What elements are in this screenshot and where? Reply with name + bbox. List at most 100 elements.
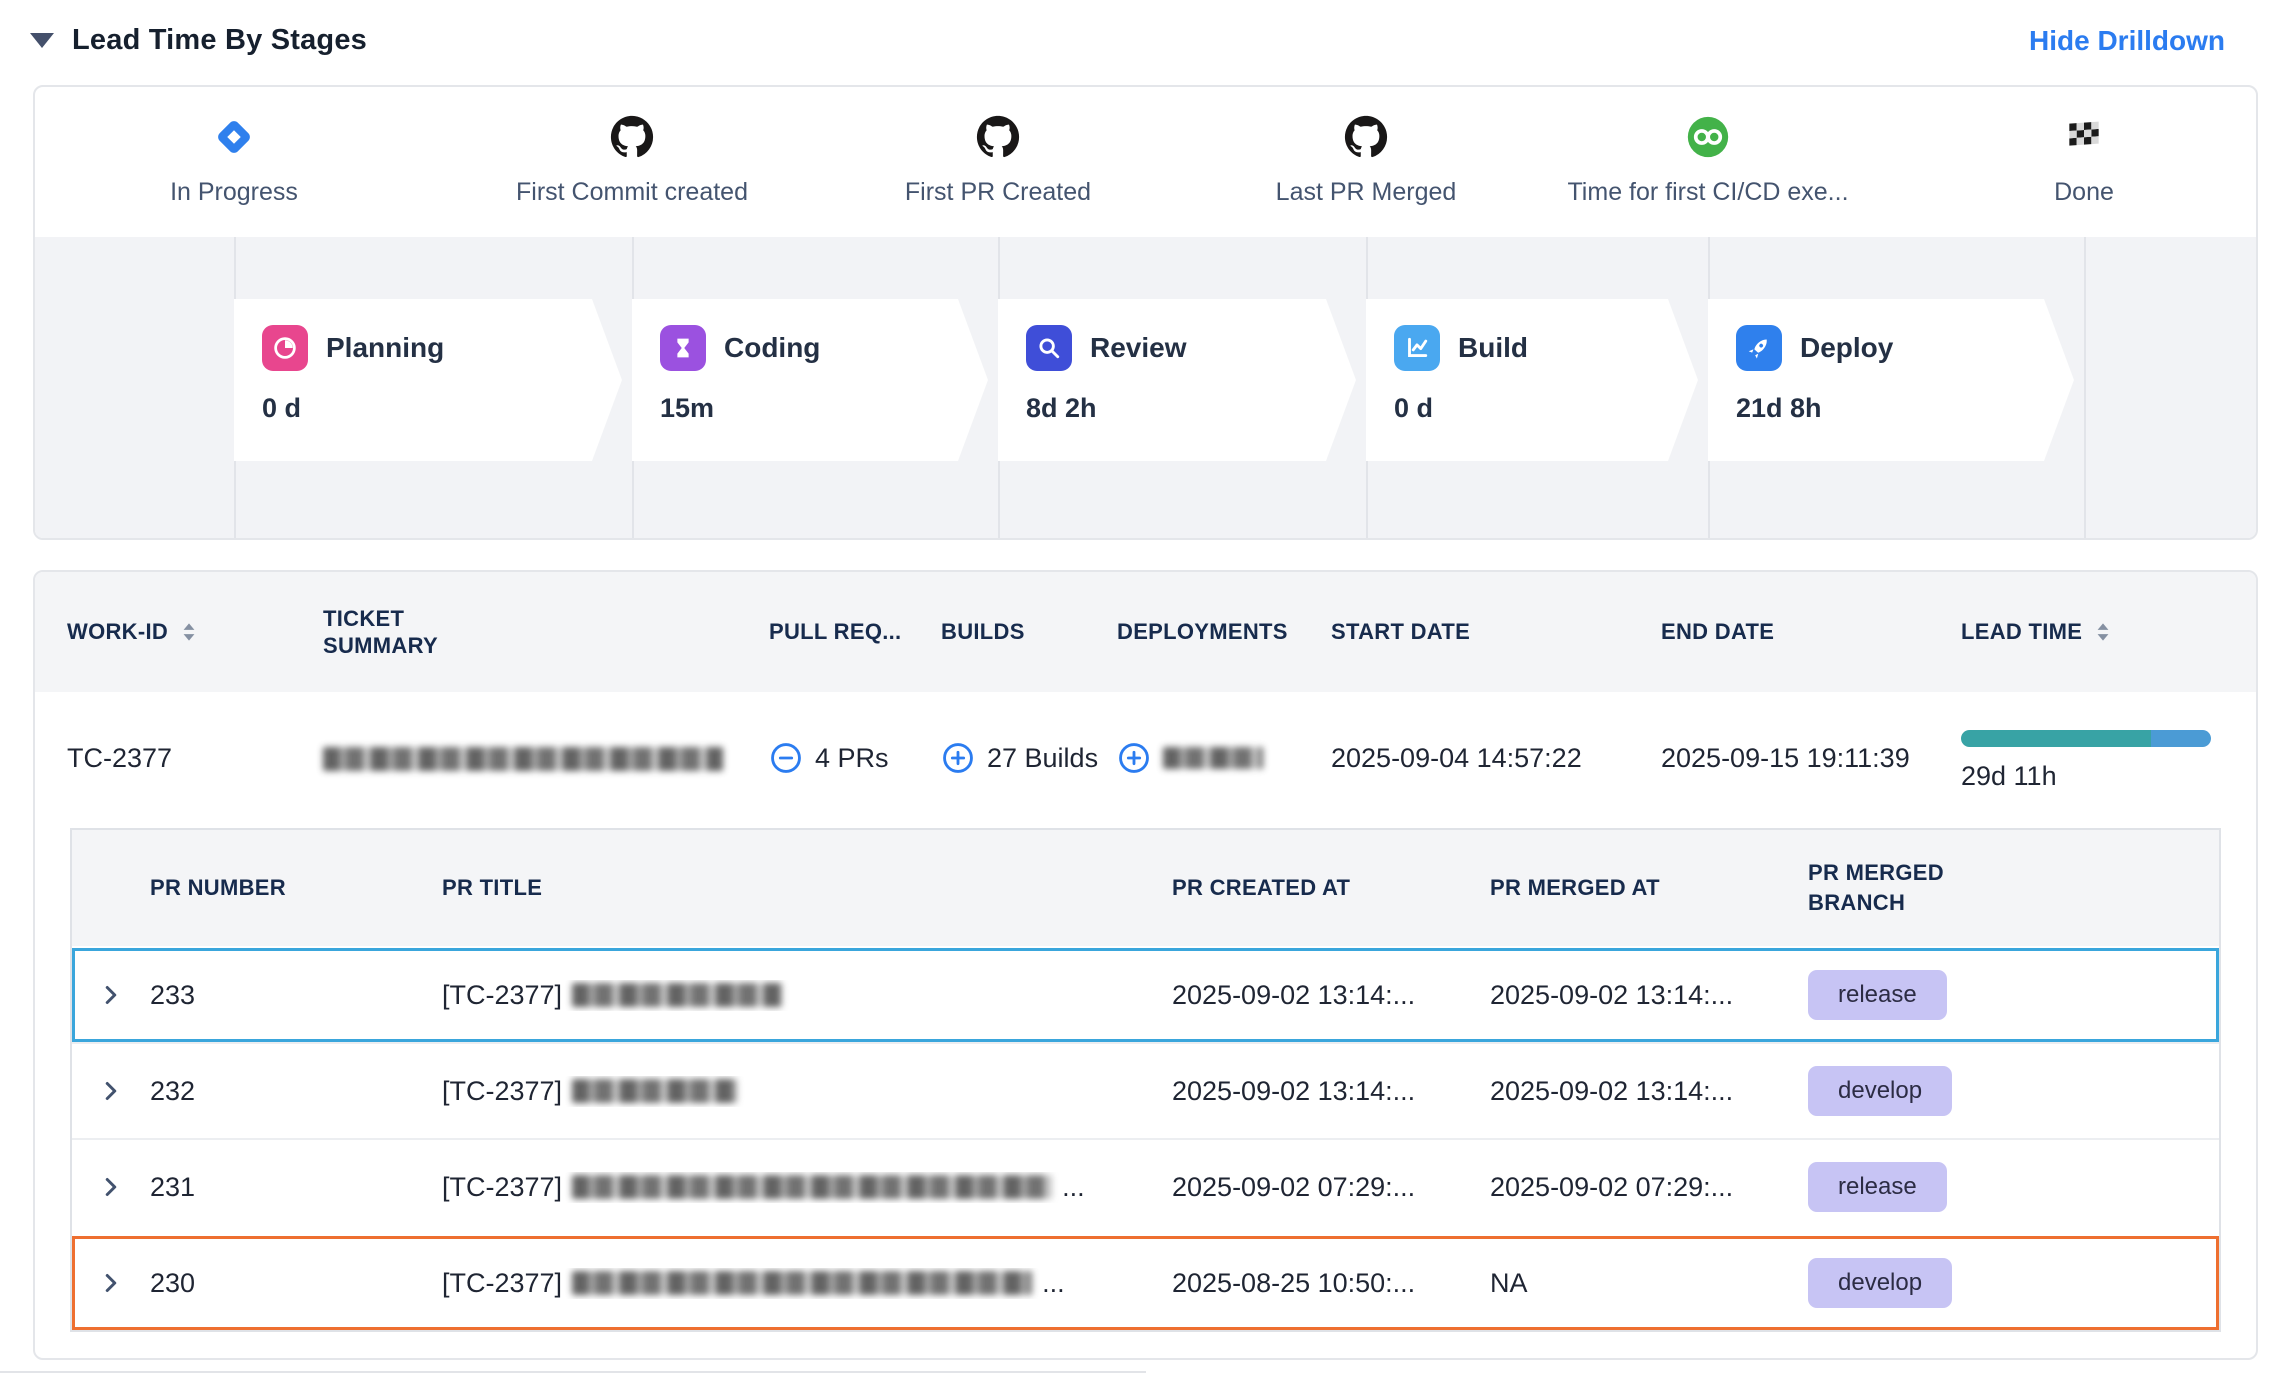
- pr-title-suffix: ...: [1062, 1172, 1085, 1203]
- build-icon: [1394, 325, 1440, 371]
- collapse-caret-icon[interactable]: [30, 33, 54, 48]
- finish-flag-icon: [2062, 115, 2106, 159]
- stage-name: Review: [1090, 332, 1187, 364]
- stage-duration: 0 d: [262, 393, 594, 424]
- pr-created-at: 2025-09-02 13:14:...: [1172, 980, 1490, 1011]
- stage-review: Review 8d 2h: [998, 299, 1356, 461]
- pr-title-suffix: ...: [1042, 1268, 1065, 1299]
- col-header-builds: BUILDS: [941, 618, 1117, 646]
- pull-requests-toggle[interactable]: 4 PRs: [769, 741, 941, 775]
- redacted-text: [572, 1271, 1032, 1295]
- end-date-value: 2025-09-15 19:11:39: [1661, 743, 1961, 774]
- col-header-ticket-summary: TICKET SUMMARY: [323, 605, 769, 660]
- milestone-done: Done: [1894, 115, 2258, 207]
- col-header-work-id[interactable]: WORK-ID: [67, 618, 323, 646]
- pr-title-prefix: [TC-2377]: [442, 1268, 562, 1299]
- ticket-summary-value: [323, 743, 769, 774]
- deployments-toggle[interactable]: [1117, 741, 1331, 775]
- col-header-start-date: START DATE: [1331, 618, 1661, 646]
- col-header-label: START DATE: [1331, 618, 1470, 646]
- chevron-right-icon[interactable]: [72, 980, 150, 1010]
- collapse-circle-icon[interactable]: [769, 741, 803, 775]
- pr-table-row[interactable]: 233 [TC-2377] 2025-09-02 13:14:... 2025-…: [72, 946, 2219, 1042]
- redacted-text: [572, 1079, 737, 1103]
- pr-created-at: 2025-09-02 07:29:...: [1172, 1172, 1490, 1203]
- lead-time-cell: 29d 11h: [1961, 724, 2224, 792]
- col-header-label: LEAD TIME: [1961, 618, 2082, 646]
- milestone-label: In Progress: [44, 178, 424, 207]
- review-icon: [1026, 325, 1072, 371]
- milestone-label: Time for first CI/CD exe...: [1518, 178, 1898, 207]
- start-date-value: 2025-09-04 14:57:22: [1331, 743, 1661, 774]
- pr-title: [TC-2377] ...: [442, 1172, 1172, 1203]
- col-header-pr-title: PR TITLE: [442, 873, 1172, 903]
- col-header-label: DEPLOYMENTS: [1117, 618, 1288, 646]
- builds-count: 27 Builds: [987, 743, 1098, 774]
- work-table-row[interactable]: TC-2377 4 PRs 27 Builds 2025-09-04 14:57…: [35, 692, 2256, 824]
- stage-duration: 0 d: [1394, 393, 1670, 424]
- col-header-deployments: DEPLOYMENTS: [1117, 618, 1331, 646]
- milestone-cicd: Time for first CI/CD exe...: [1518, 115, 1898, 207]
- pr-branch-cell: develop: [1808, 1258, 2219, 1308]
- stage-duration: 8d 2h: [1026, 393, 1328, 424]
- pr-title-prefix: [TC-2377]: [442, 1172, 562, 1203]
- lead-bar-segment-blue: [2151, 730, 2211, 747]
- col-header-label: BUILDS: [941, 618, 1025, 646]
- pr-created-at: 2025-08-25 10:50:...: [1172, 1268, 1490, 1299]
- pr-branch-cell: develop: [1808, 1066, 2219, 1116]
- pr-table-row[interactable]: 232 [TC-2377] 2025-09-02 13:14:... 2025-…: [72, 1042, 2219, 1138]
- lead-time-stages-card: In Progress First Commit created First P…: [33, 85, 2258, 540]
- milestone-label: First PR Created: [808, 178, 1188, 207]
- deploy-rocket-icon: [1736, 325, 1782, 371]
- drilldown-table-card: WORK-ID TICKET SUMMARY PULL REQ... BUILD…: [33, 570, 2258, 1360]
- col-header-pr-created: PR CREATED AT: [1172, 873, 1490, 903]
- stage-duration: 21d 8h: [1736, 393, 2046, 424]
- pr-table-row[interactable]: 231 [TC-2377] ... 2025-09-02 07:29:... 2…: [72, 1138, 2219, 1234]
- cicd-icon: [1686, 115, 1730, 159]
- redacted-text: [572, 983, 782, 1007]
- branch-badge: develop: [1808, 1066, 1952, 1116]
- pr-table-row[interactable]: 230 [TC-2377] ... 2025-08-25 10:50:... N…: [72, 1234, 2219, 1330]
- lead-bar-segment-teal: [1961, 730, 2151, 747]
- col-header-label: PULL REQ...: [769, 618, 901, 646]
- sort-icon[interactable]: [176, 619, 202, 645]
- stage-coding: Coding 15m: [632, 299, 988, 461]
- pr-title: [TC-2377]: [442, 980, 1172, 1011]
- redacted-text: [1163, 747, 1263, 769]
- sort-icon[interactable]: [2090, 619, 2116, 645]
- builds-toggle[interactable]: 27 Builds: [941, 741, 1117, 775]
- stage-deploy: Deploy 21d 8h: [1708, 299, 2074, 461]
- milestone-label: Last PR Merged: [1176, 178, 1556, 207]
- milestone-first-commit: First Commit created: [442, 115, 822, 207]
- pr-table: PR NUMBER PR TITLE PR CREATED AT PR MERG…: [70, 828, 2221, 1332]
- lead-time-bar: [1961, 730, 2211, 747]
- lead-time-value: 29d 11h: [1961, 761, 2224, 792]
- expand-circle-icon[interactable]: [1117, 741, 1151, 775]
- stage-planning: Planning 0 d: [234, 299, 622, 461]
- hide-drilldown-link[interactable]: Hide Drilldown: [2029, 25, 2225, 57]
- col-header-pr-merged-branch: PR MERGED BRANCH: [1808, 858, 2018, 917]
- branch-badge: develop: [1808, 1258, 1952, 1308]
- chevron-right-icon[interactable]: [72, 1172, 150, 1202]
- col-header-label: TICKET SUMMARY: [323, 605, 473, 660]
- page-title: Lead Time By Stages: [72, 24, 367, 57]
- pr-merged-at: 2025-09-02 13:14:...: [1490, 1076, 1808, 1107]
- chevron-right-icon[interactable]: [72, 1268, 150, 1298]
- in-progress-icon: [212, 115, 256, 159]
- pull-requests-count: 4 PRs: [815, 743, 889, 774]
- pr-title-prefix: [TC-2377]: [442, 980, 562, 1011]
- col-header-pull-requests: PULL REQ...: [769, 618, 941, 646]
- github-icon: [610, 115, 654, 159]
- stage-name: Build: [1458, 332, 1528, 364]
- work-table-header: WORK-ID TICKET SUMMARY PULL REQ... BUILD…: [35, 572, 2256, 692]
- github-icon: [976, 115, 1020, 159]
- milestone-in-progress: In Progress: [44, 115, 424, 207]
- expand-circle-icon[interactable]: [941, 741, 975, 775]
- pr-title: [TC-2377] ...: [442, 1268, 1172, 1299]
- pr-number: 230: [150, 1268, 442, 1299]
- planning-icon: [262, 325, 308, 371]
- col-header-pr-merged: PR MERGED AT: [1490, 873, 1808, 903]
- col-header-lead-time[interactable]: LEAD TIME: [1961, 618, 2224, 646]
- chevron-right-icon[interactable]: [72, 1076, 150, 1106]
- pr-merged-at: 2025-09-02 07:29:...: [1490, 1172, 1808, 1203]
